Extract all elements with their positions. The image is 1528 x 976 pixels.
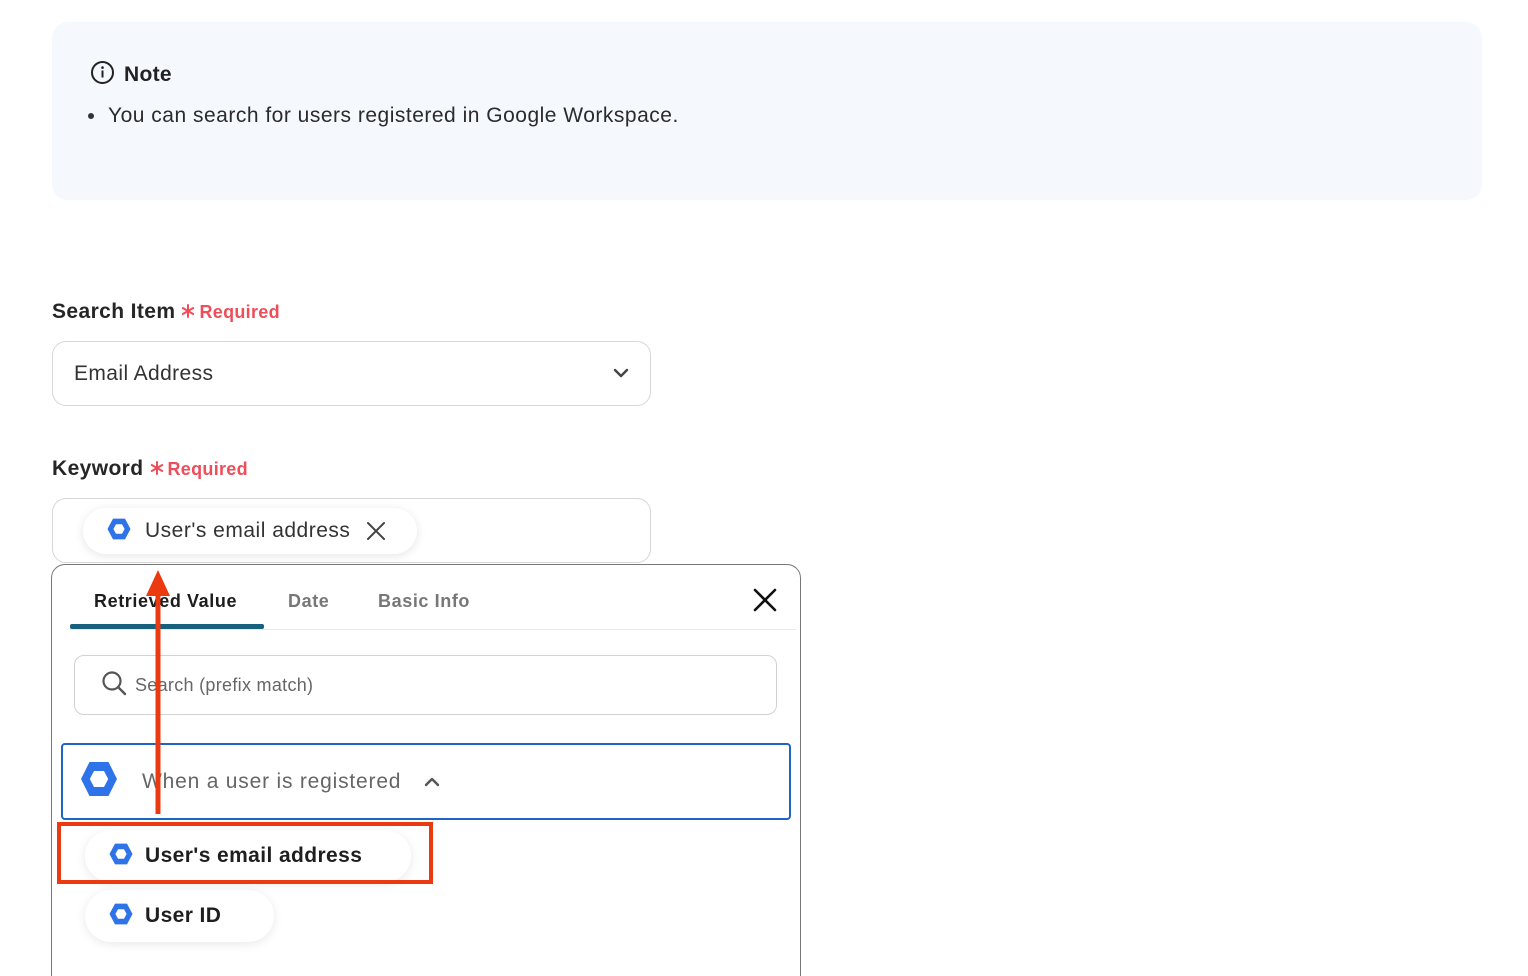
- note-box: Note You can search for users registered…: [52, 22, 1482, 200]
- page: Note You can search for users registered…: [0, 0, 1528, 976]
- chevron-down-icon: [612, 364, 630, 387]
- chevron-up-icon: [423, 773, 441, 791]
- search-icon: [101, 670, 127, 701]
- option-label: User ID: [145, 904, 222, 927]
- google-workspace-hexagon-icon: [109, 902, 133, 931]
- tab-basic-info[interactable]: Basic Info: [378, 591, 470, 612]
- keyword-label: Keyword: [52, 457, 144, 480]
- info-icon: [90, 60, 115, 90]
- chip-label: User's email address: [145, 519, 351, 542]
- search-item-label-row: Search Item Required: [52, 300, 280, 324]
- close-icon[interactable]: [752, 587, 778, 618]
- google-workspace-hexagon-icon: [107, 517, 131, 546]
- keyword-input[interactable]: User's email address: [52, 498, 651, 563]
- tab-date[interactable]: Date: [288, 591, 329, 612]
- note-title: Note: [124, 63, 172, 86]
- bullet-dot: [88, 113, 94, 119]
- required-indicator: Required: [150, 459, 248, 480]
- keyword-label-row: Keyword Required: [52, 457, 248, 481]
- asterisk-icon: [150, 459, 164, 480]
- google-workspace-hexagon-icon: [80, 761, 118, 802]
- option-user-id[interactable]: User ID: [85, 890, 274, 942]
- required-text: Required: [199, 301, 280, 322]
- note-bullet-text: You can search for users registered in G…: [108, 104, 679, 127]
- required-indicator: Required: [181, 301, 280, 323]
- search-item-value: Email Address: [74, 361, 214, 385]
- search-item-label: Search Item: [52, 300, 176, 323]
- keyword-value-chip[interactable]: User's email address: [83, 508, 417, 554]
- picker-search-input[interactable]: Search (prefix match): [74, 655, 777, 715]
- note-bullet-item: You can search for users registered in G…: [88, 104, 679, 128]
- annotation-highlight-box: [57, 822, 433, 884]
- note-header: Note: [90, 60, 172, 90]
- annotation-arrow-icon: [146, 570, 170, 814]
- asterisk-icon: [181, 302, 195, 323]
- required-text: Required: [167, 458, 248, 479]
- search-item-select[interactable]: Email Address: [52, 341, 651, 406]
- group-label: When a user is registered: [142, 769, 402, 793]
- remove-chip-icon[interactable]: [366, 521, 386, 541]
- tabs-divider: [70, 629, 796, 630]
